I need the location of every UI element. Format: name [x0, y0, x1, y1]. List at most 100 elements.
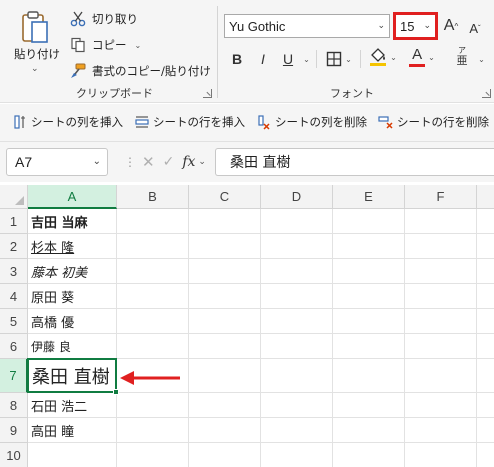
font-family-select[interactable]: Yu Gothic ⌄: [224, 14, 390, 38]
column-header-f[interactable]: F: [405, 185, 477, 209]
row-header-7[interactable]: 7: [0, 359, 28, 393]
insert-sheet-row-button[interactable]: シートの行を挿入: [134, 114, 245, 130]
formula-input[interactable]: 桑田 直樹: [215, 148, 494, 176]
cell-a7[interactable]: 桑田 直樹: [28, 359, 117, 393]
cell-a4[interactable]: 原田 葵: [28, 284, 117, 309]
chevron-down-icon[interactable]: ⌄: [135, 41, 142, 50]
chevron-down-icon[interactable]: ⌄: [93, 156, 101, 167]
name-box[interactable]: A7 ⌄: [6, 148, 108, 176]
row-header-3[interactable]: 3: [0, 259, 28, 284]
cell-d5[interactable]: [261, 309, 333, 334]
row-header-6[interactable]: 6: [0, 334, 28, 359]
cell-b2[interactable]: [117, 234, 189, 259]
cell-b10[interactable]: [117, 443, 189, 467]
row-header-9[interactable]: 9: [0, 418, 28, 443]
cell-d9[interactable]: [261, 418, 333, 443]
cell-f2[interactable]: [405, 234, 477, 259]
row-header-5[interactable]: 5: [0, 309, 28, 334]
font-size-select[interactable]: 15 ⌄: [393, 12, 438, 40]
cell-f4[interactable]: [405, 284, 477, 309]
decrease-font-size-button[interactable]: Aˇ: [465, 17, 485, 39]
cell-a3[interactable]: 藤本 初美: [28, 259, 117, 284]
cell-c2[interactable]: [189, 234, 261, 259]
cell-e5[interactable]: [333, 309, 405, 334]
row-header-1[interactable]: 1: [0, 209, 28, 234]
cell-d7[interactable]: [261, 359, 333, 393]
cell-f6[interactable]: [405, 334, 477, 359]
cell-b4[interactable]: [117, 284, 189, 309]
column-header-d[interactable]: D: [261, 185, 333, 209]
cell-b9[interactable]: [117, 418, 189, 443]
fill-handle[interactable]: [113, 389, 119, 395]
cell-e2[interactable]: [333, 234, 405, 259]
borders-button[interactable]: ⌄: [322, 48, 356, 70]
cell-a1[interactable]: 吉田 当麻: [28, 209, 117, 234]
insert-sheet-column-button[interactable]: シートの列を挿入: [12, 114, 123, 130]
underline-button[interactable]: U: [279, 48, 297, 70]
cell-d8[interactable]: [261, 393, 333, 418]
cell-f1[interactable]: [405, 209, 477, 234]
cell-e8[interactable]: [333, 393, 405, 418]
cell-c1[interactable]: [189, 209, 261, 234]
paste-button[interactable]: 貼り付け ⌄: [14, 8, 60, 80]
cell-d2[interactable]: [261, 234, 333, 259]
copy-button[interactable]: コピー ⌄: [70, 35, 141, 55]
cell-f7[interactable]: [405, 359, 477, 393]
row-header-2[interactable]: 2: [0, 234, 28, 259]
phonetic-guide-dropdown[interactable]: ⌄: [474, 48, 486, 70]
cell-a10[interactable]: [28, 443, 117, 467]
increase-font-size-button[interactable]: A ^: [441, 15, 461, 37]
cell-d3[interactable]: [261, 259, 333, 284]
cell-c5[interactable]: [189, 309, 261, 334]
bold-button[interactable]: B: [228, 48, 246, 70]
cancel-icon[interactable]: ✕: [142, 153, 155, 171]
cell-c8[interactable]: [189, 393, 261, 418]
cell-f3[interactable]: [405, 259, 477, 284]
cell-f9[interactable]: [405, 418, 477, 443]
cell-c6[interactable]: [189, 334, 261, 359]
cell-f5[interactable]: [405, 309, 477, 334]
font-dialog-launcher-icon[interactable]: [482, 89, 491, 98]
cell-b8[interactable]: [117, 393, 189, 418]
chevron-down-icon[interactable]: ⌄: [31, 64, 39, 74]
cell-d4[interactable]: [261, 284, 333, 309]
cell-e9[interactable]: [333, 418, 405, 443]
cell-e3[interactable]: [333, 259, 405, 284]
cell-c7[interactable]: [189, 359, 261, 393]
insert-function-icon[interactable]: fx: [182, 154, 195, 170]
cell-a5[interactable]: 高橋 優: [28, 309, 117, 334]
column-header-b[interactable]: B: [117, 185, 189, 209]
cell-e1[interactable]: [333, 209, 405, 234]
row-header-10[interactable]: 10: [0, 443, 28, 467]
italic-button[interactable]: I: [254, 48, 272, 70]
cell-e6[interactable]: [333, 334, 405, 359]
cell-c3[interactable]: [189, 259, 261, 284]
cell-c10[interactable]: [189, 443, 261, 467]
cell-b1[interactable]: [117, 209, 189, 234]
row-header-8[interactable]: 8: [0, 393, 28, 418]
chevron-down-icon[interactable]: ⌄: [198, 157, 206, 167]
column-header-c[interactable]: C: [189, 185, 261, 209]
enter-check-icon[interactable]: ✓: [163, 154, 175, 170]
cell-f8[interactable]: [405, 393, 477, 418]
cell-e7[interactable]: [333, 359, 405, 393]
underline-dropdown[interactable]: ⌄: [298, 48, 312, 70]
format-painter-button[interactable]: 書式のコピー/貼り付け: [70, 61, 211, 81]
cell-b3[interactable]: [117, 259, 189, 284]
phonetic-guide-button[interactable]: ア 亜: [448, 45, 476, 67]
font-color-button[interactable]: A ⌄: [406, 46, 438, 68]
cell-d10[interactable]: [261, 443, 333, 467]
cell-e4[interactable]: [333, 284, 405, 309]
drag-handle-icon[interactable]: ⋮: [124, 155, 136, 169]
cell-a8[interactable]: 石田 浩二: [28, 393, 117, 418]
cell-d6[interactable]: [261, 334, 333, 359]
select-all-button[interactable]: [0, 185, 28, 209]
cell-d1[interactable]: [261, 209, 333, 234]
cell-c9[interactable]: [189, 418, 261, 443]
cell-a9[interactable]: 高田 瞳: [28, 418, 117, 443]
cell-e10[interactable]: [333, 443, 405, 467]
cell-a6[interactable]: 伊藤 良: [28, 334, 117, 359]
delete-sheet-row-button[interactable]: シートの行を削除: [378, 114, 489, 130]
cell-c4[interactable]: [189, 284, 261, 309]
cell-f10[interactable]: [405, 443, 477, 467]
